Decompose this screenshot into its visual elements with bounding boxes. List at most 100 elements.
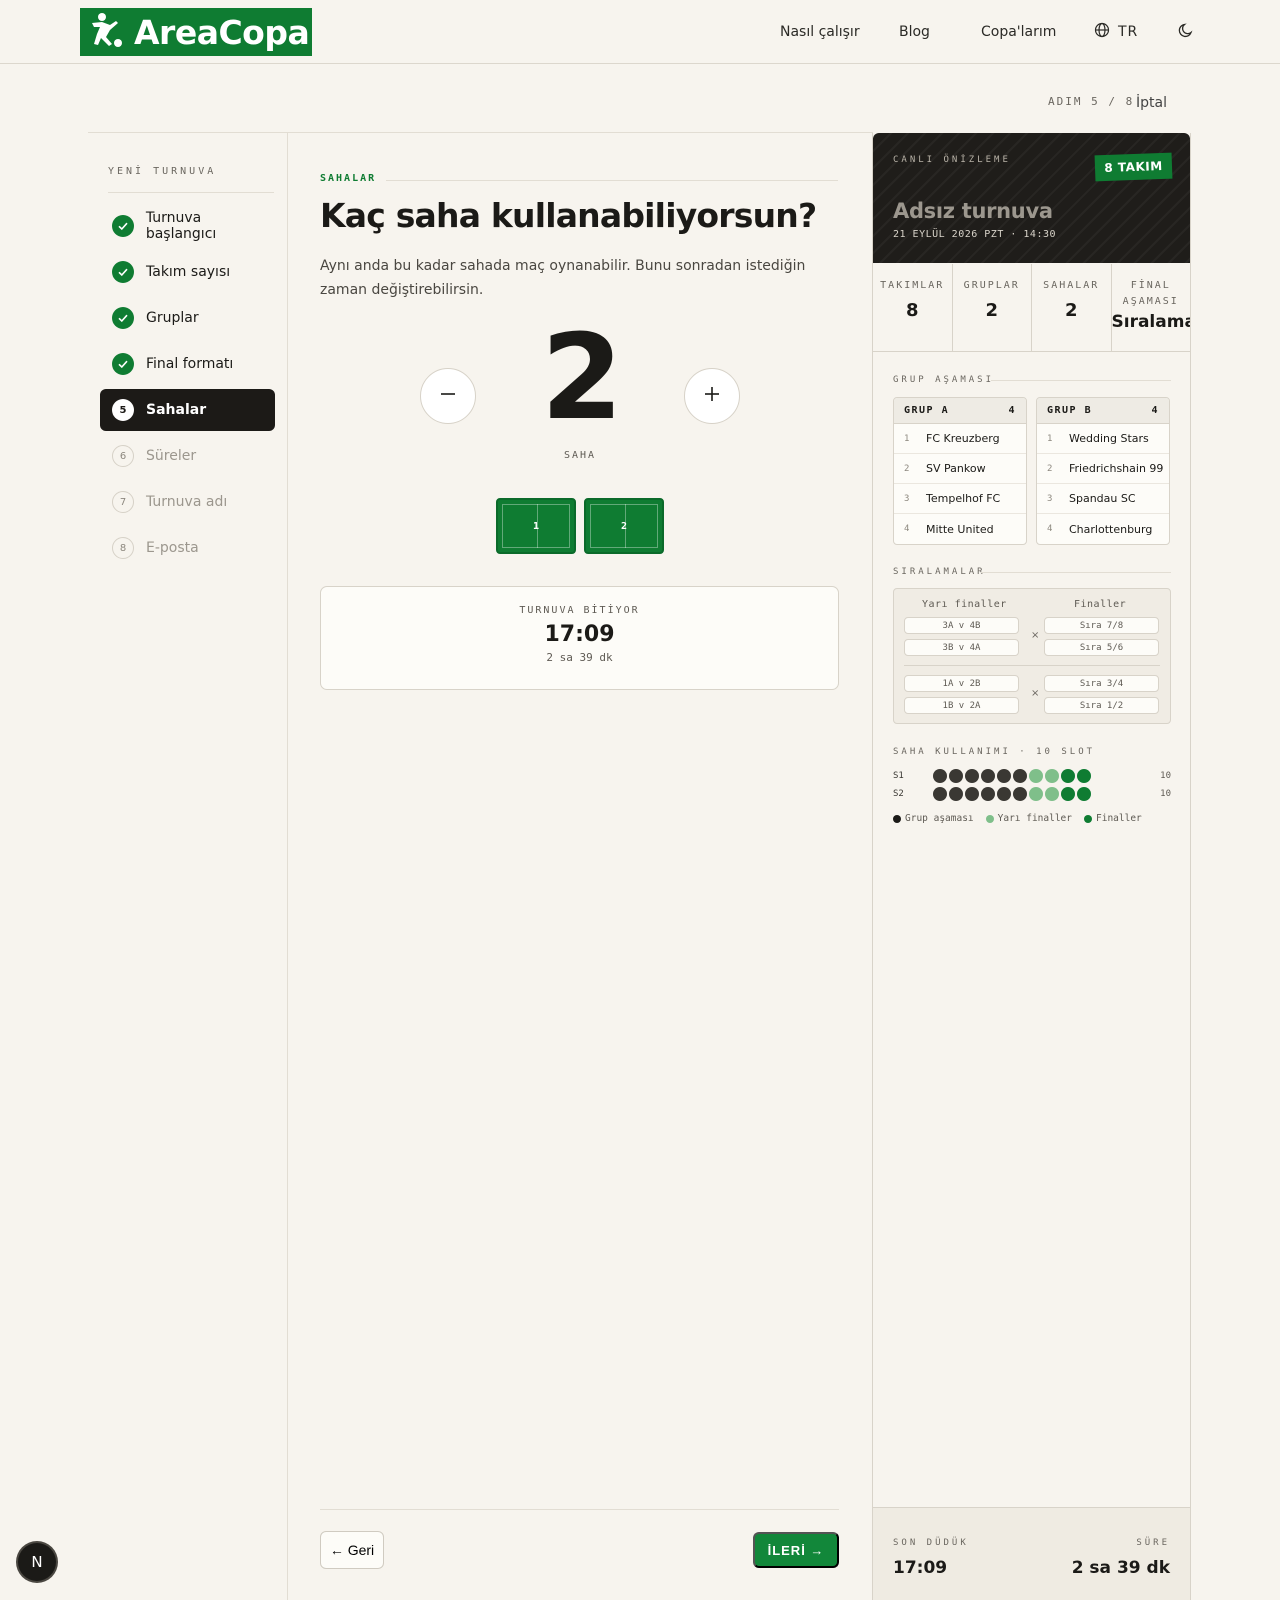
slot-dots bbox=[933, 787, 1091, 801]
field-usage-row: S1 10 bbox=[893, 769, 1171, 783]
group-stage-title: GRUP AŞAMASI bbox=[893, 375, 995, 385]
increase-fields-button[interactable] bbox=[684, 368, 740, 424]
group-name: GRUP B bbox=[1047, 405, 1093, 416]
step-number: 7 bbox=[112, 491, 134, 513]
legend-label: Finaller bbox=[1096, 813, 1142, 824]
semi-match: 1B v 2A bbox=[904, 697, 1019, 714]
team-row: 4 Mitte United bbox=[894, 514, 1026, 544]
stat-final-stage: FİNAL AŞAMASI Sıralama bbox=[1112, 264, 1191, 351]
final-match: Sıra 7/8 bbox=[1044, 617, 1159, 634]
step-label: Süreler bbox=[146, 448, 197, 464]
team-position: 2 bbox=[904, 463, 910, 474]
slot-dot-group bbox=[933, 769, 947, 783]
team-name: Friedrichshain 99 bbox=[1069, 462, 1164, 475]
field-usage-count: 10 bbox=[1160, 771, 1171, 781]
stat-label: SAHALAR bbox=[1043, 280, 1100, 291]
team-position: 3 bbox=[1047, 493, 1053, 504]
minus-icon bbox=[439, 385, 457, 407]
step-start[interactable]: Turnuva başlangıcı bbox=[100, 205, 275, 247]
slot-dot-group bbox=[1013, 769, 1027, 783]
step-team-count[interactable]: Takım sayısı bbox=[100, 251, 275, 293]
team-row: 4 Charlottenburg bbox=[1037, 514, 1169, 544]
step-tournament-name[interactable]: 7 Turnuva adı bbox=[100, 481, 275, 523]
team-name: Spandau SC bbox=[1069, 492, 1136, 505]
nav-my-copas[interactable]: Copa'larım bbox=[981, 0, 1056, 64]
step-label: Turnuva adı bbox=[146, 494, 228, 510]
stat-label: TAKIMLAR bbox=[880, 280, 945, 291]
slot-dot-group bbox=[997, 787, 1011, 801]
finish-time-card: TURNUVA BİTİYOR 17:09 2 sa 39 dk bbox=[320, 586, 839, 690]
field-tile: 1 bbox=[496, 498, 576, 554]
team-row: 3 Spandau SC bbox=[1037, 484, 1169, 514]
slot-dot-semi bbox=[1029, 769, 1043, 783]
stat-groups: GRUPLAR 2 bbox=[953, 264, 1032, 351]
team-name: Tempelhof FC bbox=[926, 492, 1001, 505]
team-name: Charlottenburg bbox=[1069, 522, 1153, 536]
nav-blog[interactable]: Blog bbox=[899, 0, 930, 64]
slot-dot-group bbox=[933, 787, 947, 801]
slot-dot-group bbox=[949, 787, 963, 801]
live-preview-panel: CANLI ÖNİZLEME 8 TAKIM Adsız turnuva 21 … bbox=[872, 133, 1191, 1600]
team-count-badge: 8 TAKIM bbox=[1094, 152, 1173, 182]
cross-icon: × bbox=[1031, 688, 1040, 699]
theme-toggle-button[interactable] bbox=[1174, 20, 1198, 44]
team-name: FC Kreuzberg bbox=[926, 432, 1000, 445]
stat-label: GRUPLAR bbox=[963, 280, 1020, 291]
cross-icon: × bbox=[1031, 630, 1040, 641]
step-email[interactable]: 8 E-posta bbox=[100, 527, 275, 569]
cancel-link[interactable]: İptal bbox=[1136, 95, 1167, 111]
legend-dot bbox=[985, 814, 994, 823]
field-usage-row: S2 10 bbox=[893, 787, 1171, 801]
sidebar-divider bbox=[287, 133, 288, 1600]
step-groups[interactable]: Gruplar bbox=[100, 297, 275, 339]
next-button[interactable]: İLERİ → bbox=[753, 1532, 839, 1568]
soccer-player-icon bbox=[88, 11, 124, 53]
decrease-fields-button[interactable] bbox=[420, 368, 476, 424]
group-header: GRUP A 4 bbox=[894, 398, 1026, 424]
check-icon bbox=[112, 353, 134, 375]
group-count: 4 bbox=[1151, 405, 1159, 416]
page-title: Kaç saha kullanabiliyorsun? bbox=[320, 196, 817, 235]
finish-label: TURNUVA BİTİYOR bbox=[519, 605, 640, 616]
duration-label: SÜRE bbox=[1136, 1538, 1170, 1548]
slot-dot-group bbox=[981, 769, 995, 783]
stat-value: 2 bbox=[1064, 300, 1078, 321]
preview-footer: SON DÜDÜK 17:09 SÜRE 2 sa 39 dk bbox=[873, 1507, 1190, 1600]
slot-dot-final bbox=[1061, 787, 1075, 801]
team-name: Wedding Stars bbox=[1069, 432, 1149, 445]
section-eyebrow: SAHALAR bbox=[320, 173, 377, 184]
legend-label: Grup aşaması bbox=[905, 813, 974, 824]
dev-tools-badge[interactable]: N bbox=[18, 1543, 56, 1581]
slot-dot-group bbox=[949, 769, 963, 783]
nav-how-it-works[interactable]: Nasıl çalışır bbox=[780, 0, 860, 64]
finals-header: Finaller bbox=[1074, 599, 1127, 610]
field-usage-count: 10 bbox=[1160, 789, 1171, 799]
sidebar-title-divider bbox=[108, 192, 274, 193]
stat-value: Sıralama bbox=[1111, 312, 1191, 332]
step-durations[interactable]: 6 Süreler bbox=[100, 435, 275, 477]
page-description: Aynı anda bu kadar sahada maç oynanabili… bbox=[320, 258, 806, 298]
team-position: 4 bbox=[904, 524, 910, 534]
check-icon bbox=[112, 307, 134, 329]
final-match: Sıra 5/6 bbox=[1044, 639, 1159, 656]
sidebar-title: YENİ TURNUVA bbox=[108, 166, 217, 177]
slot-dot-semi bbox=[1045, 787, 1059, 801]
back-button[interactable]: ← Geri bbox=[320, 1531, 384, 1569]
step-fields[interactable]: 5 Sahalar bbox=[100, 389, 275, 431]
field-usage-label: S2 bbox=[893, 789, 904, 799]
semis-header: Yarı finaller bbox=[922, 599, 1007, 610]
language-switcher[interactable]: TR bbox=[1094, 0, 1138, 64]
semi-match: 1A v 2B bbox=[904, 675, 1019, 692]
slot-dot-final bbox=[1077, 787, 1091, 801]
step-number: 5 bbox=[112, 399, 134, 421]
live-preview-label: CANLI ÖNİZLEME bbox=[893, 155, 1011, 165]
brand-logo[interactable]: AreaCopa bbox=[80, 8, 312, 56]
field-usage-label: S1 bbox=[893, 771, 904, 781]
stat-label: FİNAL AŞAMASI bbox=[1122, 280, 1179, 307]
step-label: Takım sayısı bbox=[146, 264, 231, 280]
step-final-format[interactable]: Final formatı bbox=[100, 343, 275, 385]
field-usage-title: SAHA KULLANIMI · 10 SLOT bbox=[893, 747, 1096, 757]
team-position: 1 bbox=[904, 433, 910, 444]
section-divider bbox=[981, 572, 1171, 573]
section-divider bbox=[991, 380, 1171, 381]
